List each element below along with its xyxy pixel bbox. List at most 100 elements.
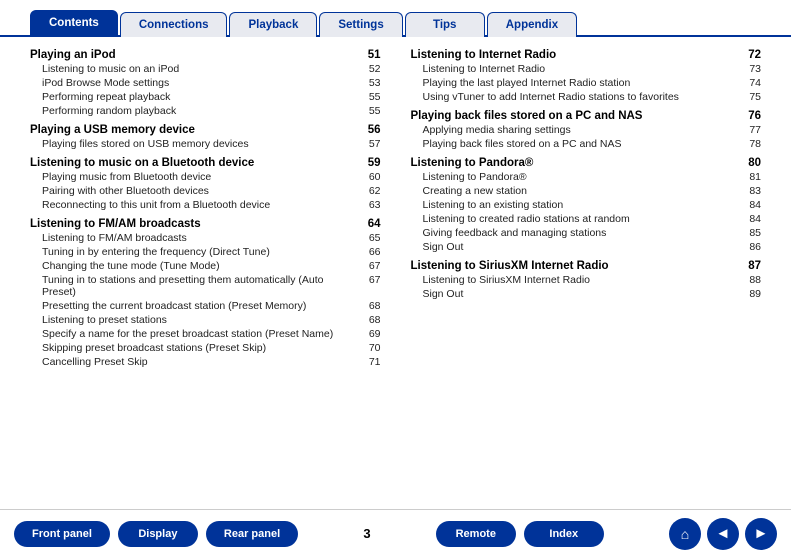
toc-label: Specify a name for the preset broadcast …: [42, 328, 357, 340]
toc-label: Presetting the current broadcast station…: [42, 300, 357, 312]
toc-section-page: 76: [741, 110, 761, 122]
toc-page: 53: [361, 77, 381, 89]
toc-section-header: Listening to Internet Radio72: [411, 49, 762, 61]
toc-label: Playing music from Bluetooth device: [42, 171, 357, 183]
toc-row: Reconnecting to this unit from a Bluetoo…: [30, 198, 381, 212]
toc-section-page: 59: [361, 157, 381, 169]
toc-section-page: 72: [741, 49, 761, 61]
toc-section-header: Listening to music on a Bluetooth device…: [30, 157, 381, 169]
toc-label: Listening to music on an iPod: [42, 63, 357, 75]
toc-row: Cancelling Preset Skip 71: [30, 355, 381, 369]
toc-row: Listening to preset stations68: [30, 313, 381, 327]
toc-row: Tuning in by entering the frequency (Dir…: [30, 245, 381, 259]
toc-label: Listening to FM/AM broadcasts: [42, 232, 357, 244]
toc-section-label: Playing back files stored on a PC and NA…: [411, 110, 742, 122]
toc-page: 55: [361, 105, 381, 117]
toc-label: Using vTuner to add Internet Radio stati…: [423, 91, 738, 103]
toc-page: 71: [361, 356, 381, 368]
toc-row: Giving feedback and managing stations85: [411, 226, 762, 240]
forward-button[interactable]: ►: [745, 518, 777, 550]
index-button[interactable]: Index: [524, 521, 604, 547]
toc-label: Sign Out: [423, 288, 738, 300]
toc-label: Listening to an existing station: [423, 199, 738, 211]
toc-section-page: 87: [741, 260, 761, 272]
footer: Front panel Display Rear panel 3 Remote …: [0, 509, 791, 557]
toc-row: Playing files stored on USB memory devic…: [30, 137, 381, 151]
toc-page: 65: [361, 232, 381, 244]
rear-panel-button[interactable]: Rear panel: [206, 521, 298, 547]
toc-page: 75: [741, 91, 761, 103]
toc-section-header: Listening to FM/AM broadcasts64: [30, 218, 381, 230]
toc-page: 69: [361, 328, 381, 340]
toc-row: Sign Out86: [411, 240, 762, 254]
toc-section-header: Listening to Pandora®80: [411, 157, 762, 169]
tab-playback[interactable]: Playback: [229, 12, 317, 37]
toc-page: 84: [741, 199, 761, 211]
toc-label: Listening to Internet Radio: [423, 63, 738, 75]
toc-label: Performing repeat playback: [42, 91, 357, 103]
toc-label: Tuning in by entering the frequency (Dir…: [42, 246, 357, 258]
tab-tips[interactable]: Tips: [405, 12, 485, 37]
toc-row: Specify a name for the preset broadcast …: [30, 327, 381, 341]
toc-row: Playing the last played Internet Radio s…: [411, 76, 762, 90]
toc-label: Pairing with other Bluetooth devices: [42, 185, 357, 197]
toc-row: Creating a new station83: [411, 184, 762, 198]
toc-page: 74: [741, 77, 761, 89]
toc-section-label: Listening to Pandora®: [411, 157, 742, 169]
toc-page: 85: [741, 227, 761, 239]
toc-page: 67: [361, 274, 381, 286]
toc-page: 77: [741, 124, 761, 136]
toc-page: 78: [741, 138, 761, 150]
toc-page: 68: [361, 300, 381, 312]
toc-page: 62: [361, 185, 381, 197]
toc-page: 81: [741, 171, 761, 183]
toc-label: Listening to SiriusXM Internet Radio: [423, 274, 738, 286]
toc-label: Playing back files stored on a PC and NA…: [423, 138, 738, 150]
toc-page: 55: [361, 91, 381, 103]
toc-label: Changing the tune mode (Tune Mode): [42, 260, 357, 272]
toc-section-label: Listening to SiriusXM Internet Radio: [411, 260, 742, 272]
toc-label: Performing random playback: [42, 105, 357, 117]
left-column: Playing an iPod51Listening to music on a…: [30, 49, 381, 476]
tab-appendix[interactable]: Appendix: [487, 12, 577, 37]
toc-label: Giving feedback and managing stations: [423, 227, 738, 239]
home-button[interactable]: ⌂: [669, 518, 701, 550]
toc-label: Tuning in to stations and presetting the…: [42, 274, 357, 298]
tab-bar: Contents Connections Playback Settings T…: [0, 0, 791, 37]
toc-page: 52: [361, 63, 381, 75]
front-panel-button[interactable]: Front panel: [14, 521, 110, 547]
remote-button[interactable]: Remote: [436, 521, 516, 547]
toc-row: Playing back files stored on a PC and NA…: [411, 137, 762, 151]
toc-row: Presetting the current broadcast station…: [30, 299, 381, 313]
toc-page: 66: [361, 246, 381, 258]
footer-buttons: Front panel Display Rear panel: [14, 521, 298, 547]
toc-label: Creating a new station: [423, 185, 738, 197]
toc-section-page: 56: [361, 124, 381, 136]
toc-label: Cancelling Preset Skip: [42, 356, 357, 368]
back-button[interactable]: ◄: [707, 518, 739, 550]
display-button[interactable]: Display: [118, 521, 198, 547]
toc-page: 73: [741, 63, 761, 75]
toc-label: Sign Out: [423, 241, 738, 253]
toc-section-label: Listening to FM/AM broadcasts: [30, 218, 361, 230]
toc-section-header: Playing a USB memory device56: [30, 124, 381, 136]
toc-row: Listening to Pandora®81: [411, 170, 762, 184]
tab-contents[interactable]: Contents: [30, 10, 118, 37]
toc-row: Sign Out89: [411, 287, 762, 301]
footer-nav: ⌂ ◄ ►: [669, 518, 777, 550]
toc-section-header: Listening to SiriusXM Internet Radio87: [411, 260, 762, 272]
toc-row: iPod Browse Mode settings53: [30, 76, 381, 90]
toc-row: Listening to an existing station84: [411, 198, 762, 212]
toc-label: Playing files stored on USB memory devic…: [42, 138, 357, 150]
tab-connections[interactable]: Connections: [120, 12, 228, 37]
tab-settings[interactable]: Settings: [319, 12, 402, 37]
toc-page: 63: [361, 199, 381, 211]
toc-section-page: 64: [361, 218, 381, 230]
toc-row: Playing music from Bluetooth device60: [30, 170, 381, 184]
toc-section-page: 80: [741, 157, 761, 169]
toc-section-label: Playing an iPod: [30, 49, 361, 61]
main-content: Playing an iPod51Listening to music on a…: [0, 37, 791, 486]
toc-label: Listening to Pandora®: [423, 171, 738, 183]
toc-row: Using vTuner to add Internet Radio stati…: [411, 90, 762, 104]
toc-label: Playing the last played Internet Radio s…: [423, 77, 738, 89]
